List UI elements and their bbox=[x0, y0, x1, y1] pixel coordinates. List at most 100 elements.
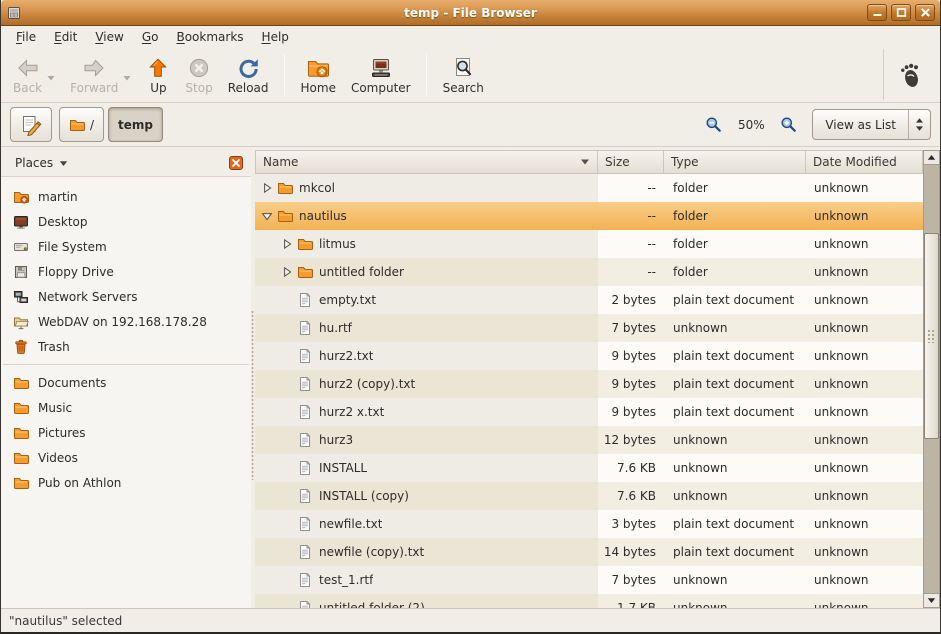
folder-icon bbox=[297, 236, 313, 252]
zoom-out-button[interactable] bbox=[703, 114, 724, 135]
path-button-[interactable]: / bbox=[59, 107, 104, 142]
column-header-name[interactable]: Name bbox=[255, 150, 598, 174]
place-martin[interactable]: martin bbox=[1, 184, 251, 209]
file-row-hurz2-copy-txt[interactable]: hurz2 (copy).txt9 bytesplain text docume… bbox=[255, 370, 923, 398]
place-label: Floppy Drive bbox=[38, 265, 114, 279]
menu-go[interactable]: Go bbox=[133, 27, 168, 47]
cell-name: litmus bbox=[255, 230, 598, 258]
spinner-arrows-icon[interactable] bbox=[908, 110, 930, 139]
file-row-newfile-txt[interactable]: newfile.txt3 bytesplain text documentunk… bbox=[255, 510, 923, 538]
column-header-size[interactable]: Size bbox=[598, 150, 664, 174]
cell-name: hurz2.txt bbox=[255, 342, 598, 370]
home-folder-small-icon bbox=[13, 189, 29, 205]
file-date-modified: unknown bbox=[806, 314, 923, 342]
text-file-icon bbox=[297, 572, 313, 588]
file-row-mkcol[interactable]: mkcol--folderunknown bbox=[255, 174, 923, 202]
toolbar-computer-label: Computer bbox=[351, 81, 411, 95]
menu-file[interactable]: File bbox=[7, 27, 45, 47]
place-file-system[interactable]: File System bbox=[1, 234, 251, 259]
place-trash[interactable]: Trash bbox=[1, 334, 251, 359]
place-webdav-on-192-168-178-28[interactable]: WebDAV on 192.168.178.28 bbox=[1, 309, 251, 334]
file-row-hurz2-txt[interactable]: hurz2.txt9 bytesplain text documentunkno… bbox=[255, 342, 923, 370]
file-date-modified: unknown bbox=[806, 258, 923, 286]
column-header-date-modified[interactable]: Date Modified bbox=[806, 150, 923, 174]
view-as-select[interactable]: View as List bbox=[812, 109, 931, 140]
computer-icon bbox=[369, 56, 393, 80]
scroll-down-button[interactable] bbox=[923, 593, 940, 608]
place-videos[interactable]: Videos bbox=[1, 445, 251, 470]
folder-icon bbox=[277, 208, 293, 224]
toolbar-search-button[interactable]: Search bbox=[435, 54, 489, 96]
expander-closed-icon[interactable] bbox=[261, 182, 274, 194]
vertical-scrollbar[interactable] bbox=[923, 150, 940, 608]
file-row-hurz2-x-txt[interactable]: hurz2 x.txt9 bytesplain text documentunk… bbox=[255, 398, 923, 426]
file-row-install[interactable]: INSTALL7.6 KBunknownunknown bbox=[255, 454, 923, 482]
toolbar-forward-button[interactable]: Forward bbox=[62, 54, 136, 96]
toggle-location-entry-button[interactable] bbox=[10, 107, 52, 142]
file-row-hurz3[interactable]: hurz312 bytesunknownunknown bbox=[255, 426, 923, 454]
file-row-untitled-folder-2[interactable]: untitled folder (2)1.7 KBunknownunknown bbox=[255, 594, 923, 608]
zoom-out-magnifier-icon bbox=[705, 116, 722, 133]
dropdown-arrow-icon[interactable] bbox=[47, 75, 55, 81]
file-date-modified: unknown bbox=[806, 426, 923, 454]
toolbar-home-button[interactable]: Home bbox=[293, 54, 341, 96]
close-side-pane-button[interactable] bbox=[229, 156, 243, 170]
menu-edit[interactable]: Edit bbox=[45, 27, 86, 47]
close-button[interactable] bbox=[915, 4, 935, 21]
file-row-nautilus[interactable]: nautilus--folderunknown bbox=[255, 202, 923, 230]
path-bar: /temp bbox=[59, 107, 163, 142]
file-row-newfile-copy-txt[interactable]: newfile (copy).txt14 bytesplain text doc… bbox=[255, 538, 923, 566]
menu-help[interactable]: Help bbox=[253, 27, 298, 47]
place-pub-on-athlon[interactable]: Pub on Athlon bbox=[1, 470, 251, 495]
toolbar-search-label: Search bbox=[443, 81, 484, 95]
file-manager-icon[interactable] bbox=[6, 4, 24, 22]
titlebar[interactable]: temp - File Browser bbox=[1, 0, 940, 26]
place-desktop[interactable]: Desktop bbox=[1, 209, 251, 234]
place-label: Music bbox=[38, 401, 72, 415]
scroll-up-button[interactable] bbox=[923, 150, 940, 165]
path-button-temp[interactable]: temp bbox=[108, 107, 163, 142]
text-file-icon bbox=[297, 460, 313, 476]
menu-view[interactable]: View bbox=[86, 27, 132, 47]
file-row-litmus[interactable]: litmus--folderunknown bbox=[255, 230, 923, 258]
place-music[interactable]: Music bbox=[1, 395, 251, 420]
dropdown-arrow-icon[interactable] bbox=[123, 75, 131, 81]
place-network-servers[interactable]: Network Servers bbox=[1, 284, 251, 309]
places-selector-button[interactable]: Places bbox=[11, 154, 72, 172]
toolbar-stop-button[interactable]: Stop bbox=[177, 54, 217, 96]
column-header-label: Date Modified bbox=[813, 155, 897, 169]
place-label: Videos bbox=[38, 451, 78, 465]
main-content: Places martinDesktopFile System Floppy Dr… bbox=[1, 147, 940, 608]
minimize-button[interactable] bbox=[867, 4, 887, 21]
toolbar-computer-button[interactable]: Computer bbox=[343, 54, 416, 96]
file-row-untitled-folder[interactable]: untitled folder--folderunknown bbox=[255, 258, 923, 286]
scrollbar-thumb[interactable] bbox=[924, 233, 939, 438]
file-row-hu-rtf[interactable]: hu.rtf7 bytesunknownunknown bbox=[255, 314, 923, 342]
menu-bookmarks[interactable]: Bookmarks bbox=[167, 27, 252, 47]
scrollbar-trough[interactable] bbox=[923, 165, 940, 593]
column-header-type[interactable]: Type bbox=[664, 150, 806, 174]
place-documents[interactable]: Documents bbox=[1, 370, 251, 395]
toolbar-up-button[interactable]: Up bbox=[138, 54, 175, 96]
up-arrow-icon bbox=[146, 56, 170, 80]
cell-name: empty.txt bbox=[255, 286, 598, 314]
place-pictures[interactable]: Pictures bbox=[1, 420, 251, 445]
expander-open-icon[interactable] bbox=[261, 210, 274, 222]
place-floppy-drive[interactable]: Floppy Drive bbox=[1, 259, 251, 284]
toolbar-back-button[interactable]: Back bbox=[5, 54, 60, 96]
maximize-button[interactable] bbox=[891, 4, 911, 21]
toolbar-reload-button[interactable]: Reload bbox=[220, 54, 274, 96]
column-header-label: Size bbox=[605, 155, 630, 169]
toolbar-separator bbox=[284, 54, 285, 95]
file-row-test-1-rtf[interactable]: test_1.rtf7 bytesunknownunknown bbox=[255, 566, 923, 594]
close-icon bbox=[920, 8, 931, 17]
expander-closed-icon[interactable] bbox=[281, 238, 294, 250]
file-row-install-copy[interactable]: INSTALL (copy)7.6 KBunknownunknown bbox=[255, 482, 923, 510]
file-row-empty-txt[interactable]: empty.txt2 bytesplain text documentunkno… bbox=[255, 286, 923, 314]
file-name: hurz2 x.txt bbox=[319, 405, 384, 419]
text-file-icon bbox=[297, 404, 313, 420]
cell-name: hu.rtf bbox=[255, 314, 598, 342]
expander-closed-icon[interactable] bbox=[281, 266, 294, 278]
file-type: plain text document bbox=[664, 398, 806, 426]
zoom-in-button[interactable] bbox=[778, 114, 799, 135]
